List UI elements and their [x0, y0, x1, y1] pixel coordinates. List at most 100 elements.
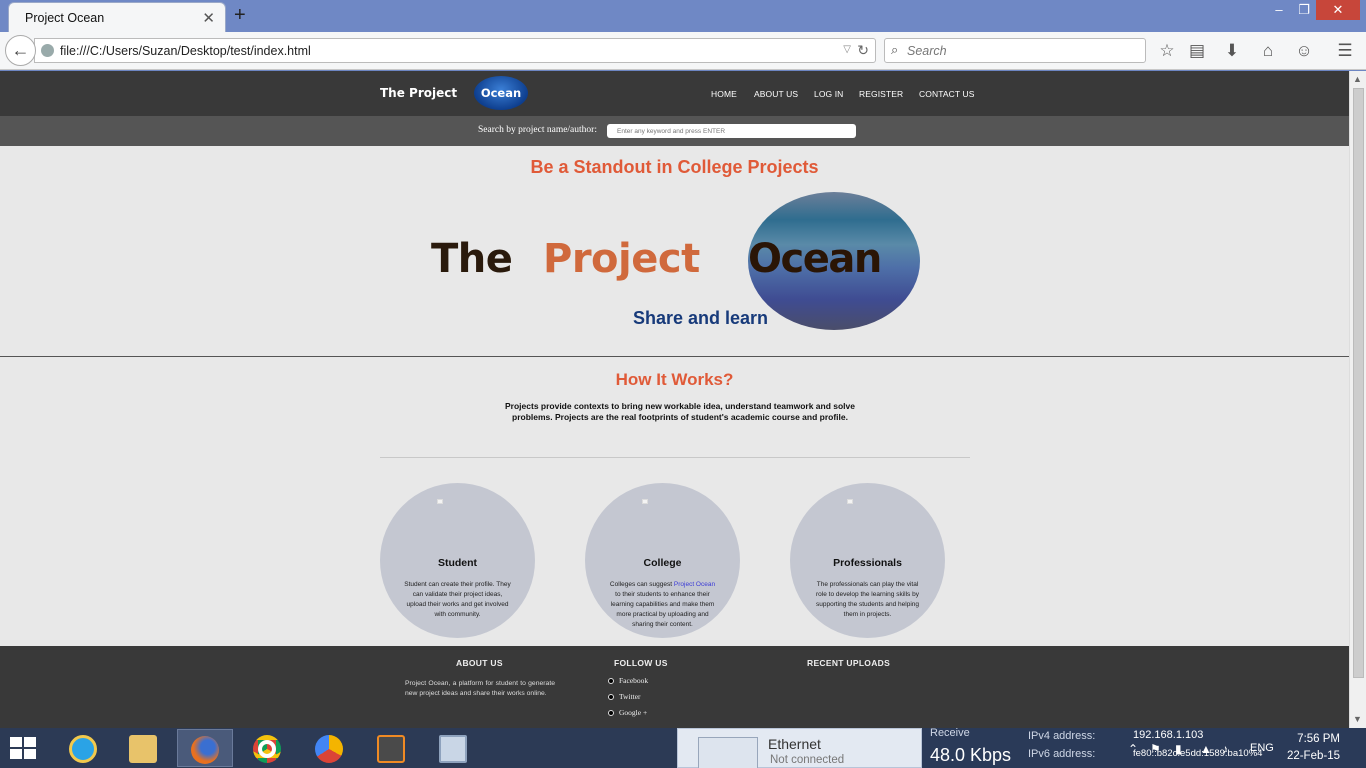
ipv4-label: IPv4 address:: [1028, 730, 1096, 742]
windows-start-icon[interactable]: [10, 737, 36, 759]
card-text-end: to their students to enhance their learn…: [610, 591, 715, 628]
card-college: College Colleges can suggest Project Oce…: [585, 483, 740, 638]
card-title: College: [643, 557, 682, 569]
chrome-canary-icon[interactable]: [301, 729, 357, 767]
how-it-works-text: Projects provide contexts to bring new w…: [505, 401, 856, 422]
ipv4-value: 192.168.1.103: [1133, 729, 1204, 741]
card-text: Student can create their profile. They c…: [404, 581, 511, 618]
nav-log-in[interactable]: LOG IN: [814, 89, 843, 99]
network-monitor-icon: [698, 737, 758, 768]
tab-title: Project Ocean: [25, 11, 105, 25]
footer-follow-heading: FOLLOW US: [614, 658, 668, 668]
browser-navbar: file:///C:/Users/Suzan/Desktop/test/inde…: [0, 32, 1366, 70]
footer-about-heading: ABOUT US: [456, 658, 503, 668]
browser-titlebar: Project Ocean ✕ + – ❐ ✕: [0, 0, 1366, 32]
follow-label: Twitter: [619, 692, 641, 701]
nav-home[interactable]: HOME: [711, 89, 737, 99]
bullet-icon: [608, 694, 614, 701]
close-tab-icon[interactable]: ✕: [202, 9, 215, 27]
ipv6-label: IPv6 address:: [1028, 748, 1096, 760]
professionals-image-icon: [847, 499, 853, 504]
footer-about-text: Project Ocean, a platform for student to…: [405, 680, 555, 697]
new-tab-button[interactable]: +: [234, 4, 246, 27]
card-title: Student: [437, 557, 478, 569]
scroll-thumb[interactable]: [1353, 88, 1364, 678]
tab-project-ocean[interactable]: Project Ocean ✕: [8, 2, 226, 32]
browser-search-input[interactable]: ⌕ Search: [884, 38, 1146, 63]
internet-explorer-icon[interactable]: [55, 729, 111, 767]
home-icon[interactable]: ⌂: [1257, 41, 1279, 61]
page-viewport: The Project Ocean HOME ABOUT US LOG IN R…: [0, 71, 1349, 728]
follow-label: Google +: [619, 708, 648, 717]
nav-contact-us[interactable]: CONTACT US: [919, 89, 974, 99]
close-window-button[interactable]: ✕: [1316, 0, 1360, 20]
globe-icon: [41, 44, 54, 57]
clock-date[interactable]: 22-Feb-15: [1280, 750, 1340, 762]
content-divider: [380, 457, 970, 458]
hero-title: Be a Standout in College Projects: [530, 157, 819, 177]
scroll-down-icon[interactable]: ▼: [1353, 714, 1362, 724]
task-manager-icon[interactable]: [425, 729, 481, 767]
download-icon[interactable]: ⬇: [1221, 41, 1243, 61]
reload-icon[interactable]: ↻: [857, 42, 869, 59]
footer-recent-heading: RECENT UPLOADS: [807, 658, 891, 668]
nav-register[interactable]: REGISTER: [859, 89, 903, 99]
search-icon: ⌕: [891, 42, 899, 57]
search-label: Search by project name/author:: [478, 125, 597, 135]
site-logo-globe[interactable]: Ocean: [474, 76, 528, 110]
firefox-icon[interactable]: [177, 729, 233, 767]
tray-arrow-icon[interactable]: ⌃: [1128, 742, 1138, 756]
file-explorer-icon[interactable]: [115, 729, 171, 767]
bullet-icon: [608, 678, 614, 685]
card-student: Student Student can create their profile…: [380, 483, 535, 638]
card-title: Professionals: [833, 557, 902, 569]
site-header: The Project Ocean HOME ABOUT US LOG IN R…: [0, 71, 1349, 116]
hello-icon[interactable]: ☺: [1293, 41, 1315, 61]
maximize-button[interactable]: ❐: [1290, 0, 1318, 22]
student-image-icon: [437, 499, 443, 504]
logo-tagline: Share and learn: [633, 308, 769, 328]
follow-twitter[interactable]: Twitter: [608, 692, 641, 701]
receive-value: 48.0 Kbps: [930, 745, 1012, 765]
card-text: The professionals can play the vital rol…: [816, 581, 919, 618]
section-divider: [0, 356, 1349, 357]
follow-google-plus[interactable]: Google +: [608, 708, 647, 717]
receive-label: Receive: [930, 727, 970, 739]
menu-icon[interactable]: ☰: [1334, 41, 1356, 61]
sublime-text-icon[interactable]: [363, 729, 419, 767]
url-text[interactable]: file:///C:/Users/Suzan/Desktop/test/inde…: [60, 44, 311, 58]
search-placeholder: Search: [907, 44, 947, 58]
how-it-works-title: How It Works?: [615, 370, 734, 389]
bullet-icon: [608, 710, 614, 717]
language-indicator[interactable]: ENG: [1250, 742, 1274, 754]
big-logo-project: Project: [543, 236, 700, 282]
site-search-strip: Search by project name/author:: [0, 116, 1349, 146]
network-signal-icon[interactable]: ▲: [1200, 742, 1212, 756]
url-bar[interactable]: file:///C:/Users/Suzan/Desktop/test/inde…: [34, 38, 876, 63]
site-logo-text[interactable]: The Project: [380, 86, 457, 100]
minimize-button[interactable]: –: [1265, 0, 1293, 22]
card-professionals: Professionals The professionals can play…: [790, 483, 945, 638]
volume-icon[interactable]: ♪: [1222, 742, 1228, 756]
card-text: Colleges can suggest Project Ocean to th…: [609, 580, 716, 630]
big-logo-ocean: Ocean: [748, 236, 882, 282]
project-search-input[interactable]: [607, 124, 856, 138]
site-footer: ABOUT US Project Ocean, a platform for s…: [0, 646, 1349, 728]
dropdown-arrow-icon[interactable]: ▽: [843, 44, 851, 55]
back-button[interactable]: ←: [5, 35, 36, 66]
clock-time[interactable]: 7:56 PM: [1280, 733, 1340, 745]
project-ocean-link[interactable]: Project Ocean: [674, 581, 715, 588]
follow-facebook[interactable]: Facebook: [608, 676, 648, 685]
big-logo-the: The: [431, 236, 513, 282]
nav-about-us[interactable]: ABOUT US: [754, 89, 798, 99]
card-text-start: Colleges can suggest: [609, 581, 674, 588]
bookmark-star-icon[interactable]: ☆: [1156, 41, 1178, 61]
flag-icon[interactable]: ⚑: [1150, 742, 1161, 756]
page-scrollbar[interactable]: ▲ ▼: [1349, 71, 1366, 728]
chrome-icon[interactable]: [239, 729, 295, 767]
ethernet-status-panel: Ethernet Not connected: [677, 728, 922, 768]
scroll-up-icon[interactable]: ▲: [1353, 74, 1362, 84]
battery-icon[interactable]: ▮: [1175, 742, 1182, 756]
college-image-icon: [642, 499, 648, 504]
reading-list-icon[interactable]: ▤: [1186, 41, 1208, 61]
